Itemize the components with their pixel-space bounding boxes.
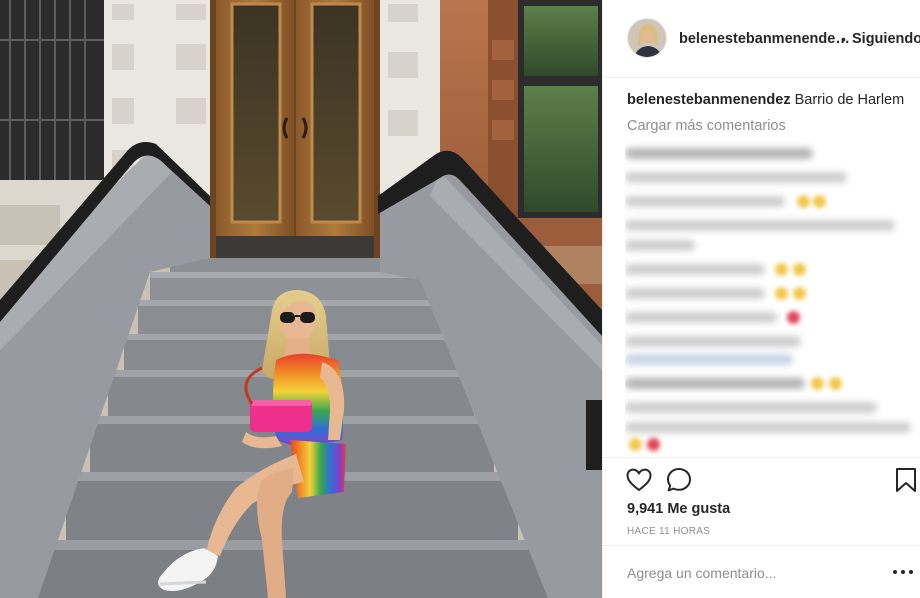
avatar[interactable] — [627, 18, 667, 58]
load-more-comments-link[interactable]: Cargar más comentarios — [627, 118, 786, 134]
bookmark-icon[interactable] — [892, 466, 920, 494]
post-timestamp[interactable]: HACE 11 HORAS — [627, 526, 710, 537]
header-separator: • — [841, 31, 846, 47]
caption-text: Barrio de Harlem — [794, 92, 905, 108]
likes-count[interactable]: 9,941 Me gusta — [627, 501, 730, 517]
speech-bubble-icon[interactable] — [665, 466, 693, 494]
add-comment-section — [603, 545, 920, 598]
follow-status-button[interactable]: Siguiendo — [852, 31, 920, 47]
post-actions: 9,941 Me gusta HACE 11 HORAS — [603, 457, 920, 557]
header-username[interactable]: belenestebanmenende… — [679, 31, 850, 47]
post-header: belenestebanmenende… • Siguiendo — [603, 0, 920, 78]
post-sidebar: belenestebanmenende… • Siguiendo belenes… — [602, 0, 920, 598]
post-photo[interactable] — [0, 0, 602, 598]
comment-input[interactable] — [627, 562, 877, 584]
post-caption: belenestebanmenendez Barrio de Harlem — [627, 92, 904, 108]
more-options-icon[interactable] — [891, 564, 915, 580]
blurred-comments — [625, 140, 917, 456]
heart-icon[interactable] — [625, 466, 653, 494]
caption-username[interactable]: belenestebanmenendez — [627, 92, 791, 108]
